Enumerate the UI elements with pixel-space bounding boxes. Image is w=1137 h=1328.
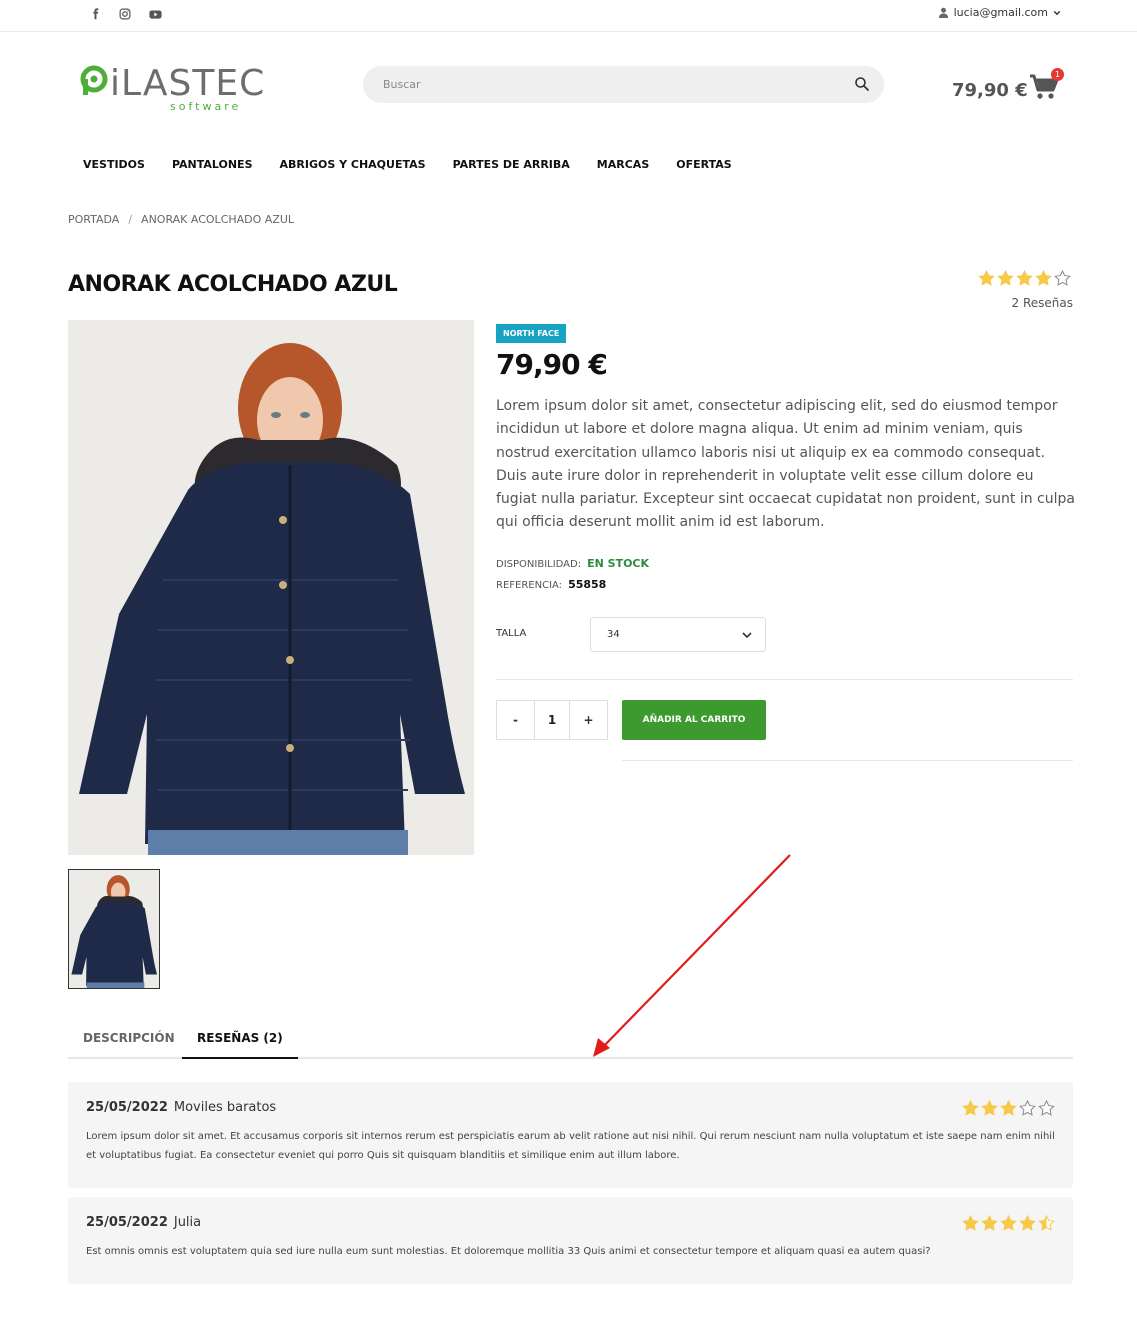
cart-total[interactable]: 79,90 €	[952, 80, 1028, 101]
nav-item-ofertas[interactable]: OFERTAS	[676, 158, 731, 171]
breadcrumb-separator: /	[128, 213, 133, 226]
tab-description[interactable]: DESCRIPCIÓN	[68, 1020, 190, 1059]
nav-item-pantalones[interactable]: PANTALONES	[172, 158, 253, 171]
review-header: 25/05/2022 Julia	[86, 1215, 201, 1230]
star-empty-icon	[1054, 270, 1071, 286]
star-filled-icon	[1016, 270, 1033, 286]
quantity-stepper: - 1 +	[496, 700, 608, 740]
review-date: 25/05/2022	[86, 1100, 168, 1115]
facebook-icon[interactable]	[88, 6, 104, 22]
nav-item-marcas[interactable]: MARCAS	[597, 158, 649, 171]
review-rating-stars	[962, 1100, 1055, 1117]
product-description: Lorem ipsum dolor sit amet, consectetur …	[496, 398, 1075, 531]
instagram-icon[interactable]	[117, 6, 133, 22]
star-filled-icon	[962, 1100, 979, 1116]
search-icon[interactable]	[854, 76, 870, 92]
quantity-increase-button[interactable]: +	[570, 701, 607, 739]
page-title: ANORAK ACOLCHADO AZUL	[68, 272, 398, 297]
star-filled-icon	[978, 270, 995, 286]
user-icon	[938, 7, 948, 18]
star-filled-icon	[997, 270, 1014, 286]
reference: REFERENCIA: 55858	[496, 578, 606, 591]
size-selected-value: 34	[607, 629, 620, 640]
logo-subtext: software	[170, 100, 241, 113]
search-bar	[363, 66, 884, 103]
account-email: lucia@gmail.com	[953, 6, 1048, 19]
star-filled-icon	[981, 1100, 998, 1116]
cart-count-badge: 1	[1051, 68, 1064, 81]
logo-text: iLASTEC	[110, 63, 265, 104]
quantity-input[interactable]: 1	[534, 701, 570, 739]
top-bar: lucia@gmail.com	[0, 0, 1137, 32]
account-menu[interactable]: lucia@gmail.com	[938, 6, 1061, 19]
nav-item-abrigos[interactable]: ABRIGOS Y CHAQUETAS	[280, 158, 426, 171]
reviews-count[interactable]: 2 Reseñas	[1012, 296, 1073, 310]
review-author: Moviles baratos	[173, 1100, 277, 1115]
availability-value: EN STOCK	[587, 557, 650, 570]
star-half-icon	[1038, 1215, 1055, 1231]
main-nav: VESTIDOS PANTALONES ABRIGOS Y CHAQUETAS …	[83, 158, 759, 171]
star-empty-icon	[1019, 1100, 1036, 1116]
star-filled-icon	[962, 1215, 979, 1231]
review-author: Julia	[173, 1215, 202, 1230]
logo[interactable]: iLASTEC software	[80, 62, 312, 114]
brand-badge[interactable]: NORTH FACE	[496, 324, 567, 343]
review-date: 25/05/2022	[86, 1215, 168, 1230]
nav-item-vestidos[interactable]: VESTIDOS	[83, 158, 145, 171]
product-image[interactable]	[68, 320, 474, 855]
star-filled-icon	[1000, 1215, 1017, 1231]
chevron-down-icon	[1053, 10, 1061, 15]
review-card: 25/05/2022 Julia Est omnis omnis est volu…	[68, 1197, 1073, 1284]
breadcrumb: PORTADA / ANORAK ACOLCHADO AZUL	[68, 213, 294, 226]
divider	[622, 760, 1073, 761]
availability-label: DISPONIBILIDAD:	[496, 559, 582, 570]
quantity-decrease-button[interactable]: -	[497, 701, 534, 739]
star-filled-icon	[1019, 1215, 1036, 1231]
reference-label: REFERENCIA:	[496, 580, 563, 591]
product-thumbnail[interactable]	[68, 869, 160, 989]
product-price: 79,90 €	[496, 348, 608, 381]
tab-reviews[interactable]: RESEÑAS (2)	[182, 1020, 298, 1059]
search-input[interactable]	[363, 66, 833, 103]
product-tabs: DESCRIPCIÓN RESEÑAS (2)	[68, 1020, 1073, 1059]
star-filled-icon	[1035, 270, 1052, 286]
breadcrumb-current: ANORAK ACOLCHADO AZUL	[141, 213, 295, 226]
review-rating-stars	[962, 1215, 1055, 1232]
nav-item-partes-de-arriba[interactable]: PARTES DE ARRIBA	[453, 158, 570, 171]
star-empty-icon	[1038, 1100, 1055, 1116]
size-select[interactable]: 34	[590, 617, 766, 652]
youtube-icon[interactable]	[147, 6, 163, 22]
add-to-cart-button[interactable]: AÑADIR AL CARRITO	[622, 700, 766, 740]
star-filled-icon	[981, 1215, 998, 1231]
product-rating-stars	[978, 270, 1071, 287]
size-label: TALLA	[496, 628, 527, 639]
star-filled-icon	[1000, 1100, 1017, 1116]
availability: DISPONIBILIDAD: EN STOCK	[496, 557, 649, 570]
breadcrumb-home[interactable]: PORTADA	[68, 213, 119, 226]
review-text: Est omnis omnis est voluptatem quia sed …	[86, 1246, 931, 1257]
chevron-down-icon	[742, 632, 752, 639]
review-card: 25/05/2022 Moviles baratos Lorem ipsum do…	[68, 1082, 1073, 1188]
reference-value: 55858	[568, 578, 607, 591]
review-text: Lorem ipsum dolor sit amet. Et accusamus…	[86, 1131, 1055, 1161]
review-header: 25/05/2022 Moviles baratos	[86, 1100, 276, 1115]
divider	[496, 679, 1073, 680]
